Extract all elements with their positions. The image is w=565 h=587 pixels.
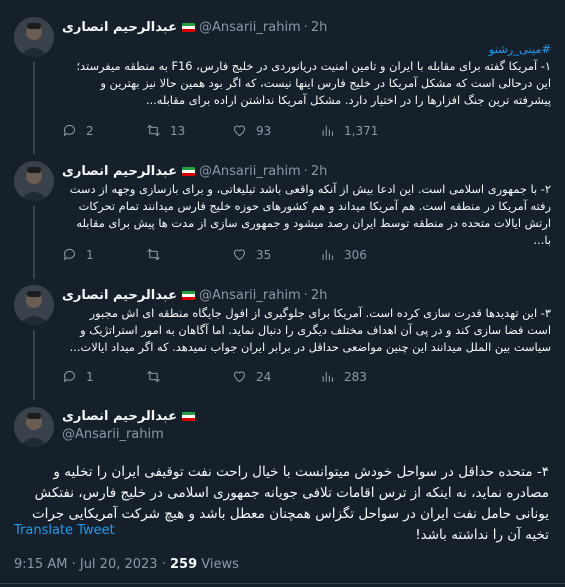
views-count: 259 xyxy=(170,557,198,572)
author-name[interactable]: عبدالرحیم انصاری xyxy=(62,164,177,179)
tweet-header: عبدالرحیم انصاری @Ansarii_rahim · 2h xyxy=(62,285,327,305)
tweet[interactable]: عبدالرحیم انصاری @Ansarii_rahim · 2h ۲- … xyxy=(0,161,565,271)
views-count: 283 xyxy=(344,369,367,384)
main-tweet-header: عبدالرحیم انصاری @Ansarii_rahim xyxy=(62,407,199,442)
divider xyxy=(0,583,565,584)
flag-iran-icon xyxy=(181,22,195,32)
reply-count: 1 xyxy=(86,369,94,384)
like-button[interactable]: 93 xyxy=(232,123,271,138)
like-icon xyxy=(233,249,246,261)
tweet[interactable]: عبدالرحیم انصاری @Ansarii_rahim · 2h #می… xyxy=(0,17,565,147)
like-button[interactable]: 24 xyxy=(232,369,271,384)
translate-tweet-link[interactable]: Translate Tweet xyxy=(14,523,115,538)
author-handle[interactable]: @Ansarii_rahim xyxy=(199,288,301,303)
reply-count: 1 xyxy=(86,247,94,262)
flag-iran-icon xyxy=(181,290,195,300)
like-icon xyxy=(233,371,246,383)
author-handle[interactable]: @Ansarii_rahim xyxy=(199,164,301,179)
separator-dot: · xyxy=(71,557,76,572)
retweet-icon xyxy=(147,370,160,383)
separator-dot: · xyxy=(161,557,166,572)
views-icon xyxy=(322,371,334,383)
like-count: 35 xyxy=(256,247,272,262)
retweet-icon xyxy=(147,124,160,137)
views-label: Views xyxy=(201,557,239,572)
separator-dot: · xyxy=(303,287,308,303)
retweet-button[interactable] xyxy=(146,369,170,384)
tweet-time[interactable]: 2h xyxy=(311,20,328,35)
flag-iran-icon xyxy=(181,166,195,176)
flag-iran-icon xyxy=(181,411,195,421)
like-count: 24 xyxy=(256,369,272,384)
tweet-header: عبدالرحیم انصاری @Ansarii_rahim · 2h xyxy=(62,161,327,181)
retweet-button[interactable] xyxy=(146,247,170,262)
like-icon xyxy=(233,125,246,137)
hashtag-link[interactable]: #مینی_رشتو xyxy=(63,41,551,58)
reply-count: 2 xyxy=(86,123,94,138)
views-button[interactable]: 306 xyxy=(320,247,367,262)
reply-icon xyxy=(63,370,76,383)
tweet-text-content: ۱- آمریکا گفته برای مقابله با ایران و تا… xyxy=(76,59,551,107)
views-button[interactable]: 1,371 xyxy=(320,123,378,138)
views-icon xyxy=(322,249,334,261)
views-button[interactable]: 283 xyxy=(320,369,367,384)
author-handle[interactable]: @Ansarii_rahim xyxy=(62,427,199,442)
reply-icon xyxy=(63,248,76,261)
retweet-button[interactable]: 13 xyxy=(146,123,185,138)
like-button[interactable]: 35 xyxy=(232,247,271,262)
tweet-actions: 1 24 283 xyxy=(62,369,532,385)
retweet-count: 13 xyxy=(170,123,186,138)
avatar[interactable] xyxy=(14,17,54,57)
reply-button[interactable]: 2 xyxy=(62,123,94,138)
avatar[interactable] xyxy=(14,407,54,447)
tweet-actions: 1 35 306 xyxy=(62,247,532,263)
tweet-date[interactable]: Jul 20, 2023 xyxy=(80,557,158,572)
author-name[interactable]: عبدالرحیم انصاری xyxy=(62,20,177,35)
tweet-time[interactable]: 2h xyxy=(311,288,328,303)
reply-icon xyxy=(63,124,76,137)
views-count: 1,371 xyxy=(344,123,379,138)
like-count: 93 xyxy=(256,123,272,138)
avatar[interactable] xyxy=(14,285,54,325)
tweet-actions: 2 13 93 1,371 xyxy=(62,123,532,139)
tweet-text: ۳- این تهدیدها قدرت سازی کرده است. آمریک… xyxy=(69,306,551,354)
avatar[interactable] xyxy=(14,161,54,201)
author-name[interactable]: عبدالرحیم انصاری xyxy=(62,409,177,424)
tweet-text: ۲- با جمهوری اسلامی است. این ادعا بیش از… xyxy=(69,182,551,247)
author-handle[interactable]: @Ansarii_rahim xyxy=(199,20,301,35)
retweet-icon xyxy=(147,248,160,261)
tweet-text: #مینی_رشتو ۱- آمریکا گفته برای مقابله با… xyxy=(63,41,551,109)
separator-dot: · xyxy=(303,19,308,35)
tweet-time[interactable]: 2h xyxy=(311,164,328,179)
views-count: 306 xyxy=(344,247,367,262)
separator-dot: · xyxy=(303,163,308,179)
views-icon xyxy=(322,125,334,137)
tweet-time[interactable]: 9:15 AM xyxy=(14,557,67,572)
reply-button[interactable]: 1 xyxy=(62,247,94,262)
tweet-meta: 9:15 AM · Jul 20, 2023 · 259 Views xyxy=(14,557,239,572)
tweet[interactable]: عبدالرحیم انصاری @Ansarii_rahim · 2h ۳- … xyxy=(0,285,565,395)
tweet-header: عبدالرحیم انصاری @Ansarii_rahim · 2h xyxy=(62,17,327,37)
reply-button[interactable]: 1 xyxy=(62,369,94,384)
author-name[interactable]: عبدالرحیم انصاری xyxy=(62,288,177,303)
